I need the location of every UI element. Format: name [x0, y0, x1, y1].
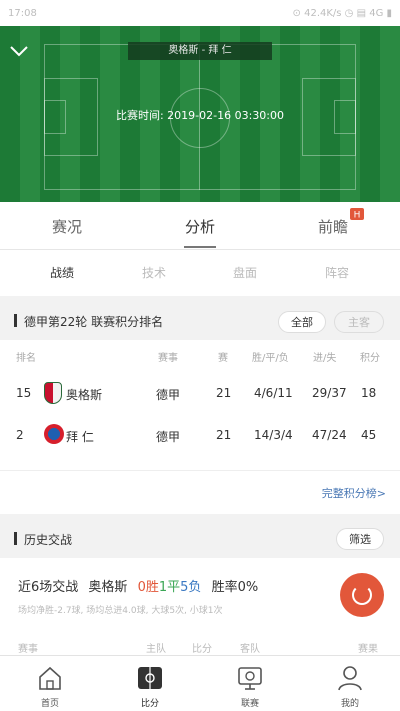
bottom-nav: 首页 比分 联赛 我的	[0, 655, 400, 711]
league-cell: 德甲	[156, 388, 181, 402]
match-field-header: 奥格斯 - 拜 仁 比赛时间: 2019-02-16 03:30:00	[0, 26, 400, 202]
h2h-win-rate: 胜率0%	[211, 580, 259, 595]
h2h-col-league: 赛事	[18, 644, 38, 655]
nav-league[interactable]: 联赛	[200, 656, 300, 711]
table-row[interactable]: 15 奥格斯 德甲 21 4/6/11 29/37 18	[0, 374, 400, 414]
h2h-panel: 近6场交战 奥格斯 0胜1平5负 胜率0% 场均净胜-2.7球, 场均总进4.0…	[0, 558, 400, 658]
goals-cell: 29/37	[312, 386, 347, 400]
goals-cell: 47/24	[312, 428, 347, 442]
filter-all-button[interactable]: 全部	[278, 311, 326, 333]
nav-profile-label: 我的	[340, 699, 359, 709]
profile-icon	[338, 666, 362, 691]
refresh-button[interactable]	[340, 573, 384, 617]
section-marker	[14, 314, 17, 327]
wdl-cell: 14/3/4	[254, 428, 293, 442]
augsburg-crest-icon	[44, 382, 62, 404]
h2h-section-header: 历史交战 筛选	[0, 518, 400, 558]
h2h-col-score: 比分	[192, 644, 212, 655]
h2h-stats-line: 场均净胜-2.7球, 场均总进4.0球, 大球5次, 小球1次	[18, 606, 223, 616]
played-cell: 21	[216, 428, 232, 442]
played-cell: 21	[216, 386, 232, 400]
nav-league-label: 联赛	[240, 699, 259, 709]
match-teams-label: 奥格斯 - 拜 仁	[128, 42, 272, 60]
section-marker	[14, 532, 17, 545]
rank-cell: 2	[16, 428, 24, 442]
h2h-draws: 1平	[158, 580, 181, 595]
home-icon	[39, 666, 61, 690]
svg-text:H: H	[354, 211, 361, 221]
sub-tabs: 战绩 技术 盘面 阵容	[0, 250, 400, 296]
active-tab-indicator	[184, 246, 216, 248]
status-bar: 17:08 ⊙ 42.4K/s ◷ ▤ 4G ▮	[0, 0, 400, 26]
standings-title: 德甲第22轮 联赛积分排名	[24, 315, 164, 329]
subtab-odds[interactable]: 盘面	[210, 264, 280, 281]
standings-section-header: 德甲第22轮 联赛积分排名 全部 主客	[0, 300, 400, 340]
league-cell: 德甲	[156, 430, 181, 444]
h2h-col-away: 客队	[240, 644, 260, 655]
refresh-icon	[352, 585, 372, 605]
filter-home-away-button[interactable]: 主客	[334, 311, 384, 333]
h2h-losses: 5负	[180, 580, 202, 595]
team-cell: 拜 仁	[66, 430, 94, 444]
h2h-col-home: 主队	[146, 644, 166, 655]
wdl-cell: 4/6/11	[254, 386, 293, 400]
scoreboard-icon	[138, 667, 162, 689]
tab-match-status[interactable]: 赛况	[27, 216, 107, 237]
bayern-crest-icon	[44, 424, 64, 444]
col-header-goals: 进/失	[313, 353, 337, 364]
h2h-wins: 0胜	[137, 580, 159, 595]
status-time: 17:08	[8, 8, 37, 19]
col-header-rank: 排名	[16, 353, 36, 364]
subtab-technical[interactable]: 技术	[119, 264, 189, 281]
h2h-col-result: 赛果	[358, 644, 378, 655]
col-header-league: 赛事	[158, 353, 178, 364]
nav-scores-label: 比分	[140, 699, 159, 709]
league-icon	[238, 667, 262, 690]
subtab-lineup[interactable]: 阵容	[302, 264, 372, 281]
full-standings-link[interactable]: 完整积分榜>	[322, 485, 386, 501]
nav-scores[interactable]: 比分	[100, 656, 200, 711]
chevron-down-icon[interactable]	[8, 40, 30, 62]
team-cell: 奥格斯	[66, 388, 103, 402]
col-header-points: 积分	[360, 353, 380, 364]
h2h-summary-prefix: 近6场交战	[18, 580, 79, 595]
col-header-wdl: 胜/平/负	[252, 353, 289, 364]
h-badge-icon: H	[350, 208, 364, 220]
h2h-filter-button[interactable]: 筛选	[336, 528, 384, 550]
h2h-summary: 近6场交战 奥格斯 0胜1平5负 胜率0%	[18, 576, 258, 595]
points-cell: 45	[361, 428, 377, 442]
subtab-record[interactable]: 战绩	[27, 264, 97, 281]
h2h-team: 奥格斯	[88, 580, 128, 595]
standings-table: 排名 赛事 赛 胜/平/负 进/失 积分 15 奥格斯 德甲 21 4/6/11…	[0, 340, 400, 470]
nav-profile[interactable]: 我的	[300, 656, 400, 711]
match-time-label: 比赛时间: 2019-02-16 03:30:00	[115, 109, 285, 122]
status-indicators: ⊙ 42.4K/s ◷ ▤ 4G ▮	[292, 8, 392, 19]
rank-cell: 15	[16, 386, 32, 400]
h2h-title: 历史交战	[24, 533, 73, 547]
col-header-played: 赛	[218, 353, 228, 364]
nav-home[interactable]: 首页	[0, 656, 100, 711]
points-cell: 18	[361, 386, 377, 400]
full-standings-row: 完整积分榜>	[0, 470, 400, 514]
main-tabs: 赛况 分析 前瞻 H	[0, 202, 400, 250]
nav-home-label: 首页	[40, 699, 59, 709]
tab-analysis[interactable]: 分析	[160, 216, 240, 237]
table-row[interactable]: 2 拜 仁 德甲 21 14/3/4 47/24 45	[0, 416, 400, 456]
